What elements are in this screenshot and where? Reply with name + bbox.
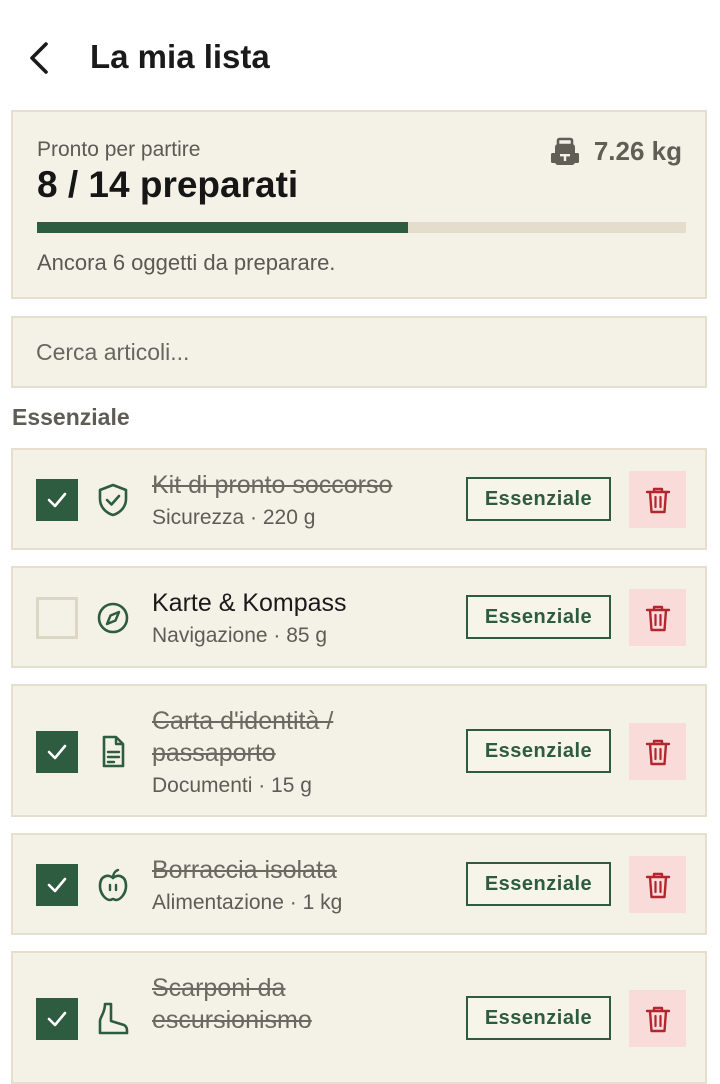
back-button[interactable] bbox=[22, 38, 62, 78]
priority-badge[interactable]: Essenziale bbox=[466, 996, 611, 1040]
list-item: Borraccia isolata Alimentazione · 1 kg E… bbox=[11, 833, 707, 935]
item-name: Carta d'identità / passaporto bbox=[152, 707, 334, 767]
top-bar: La mia lista bbox=[0, 0, 720, 110]
checkmark-icon bbox=[47, 877, 67, 893]
packed-count: 8 / 14 preparati bbox=[37, 164, 299, 205]
item-checkbox[interactable] bbox=[36, 597, 78, 639]
trash-icon bbox=[645, 605, 670, 631]
checkmark-icon bbox=[47, 492, 67, 508]
search-input[interactable] bbox=[11, 316, 707, 388]
list-item: Carta d'identità / passaporto Documenti … bbox=[11, 684, 707, 817]
delete-button[interactable] bbox=[629, 471, 686, 528]
apple-icon bbox=[95, 867, 131, 903]
item-name: Karte & Kompass bbox=[152, 589, 347, 617]
list-item: Kit di pronto soccorso Sicurezza · 220 g… bbox=[11, 448, 707, 550]
item-checkbox[interactable] bbox=[36, 998, 78, 1040]
trash-icon bbox=[645, 1006, 670, 1032]
item-name: Kit di pronto soccorso bbox=[152, 471, 393, 499]
section-title: Essenziale bbox=[12, 404, 130, 430]
summary-subtitle: Pronto per partire bbox=[37, 138, 201, 161]
item-meta: Alimentazione · 1 kg bbox=[152, 891, 343, 914]
chevron-left-icon bbox=[30, 42, 48, 74]
priority-badge[interactable]: Essenziale bbox=[466, 862, 611, 906]
trash-icon bbox=[645, 487, 670, 513]
item-checkbox[interactable] bbox=[36, 731, 78, 773]
item-meta: Navigazione · 85 g bbox=[152, 624, 328, 647]
priority-badge[interactable]: Essenziale bbox=[466, 729, 611, 773]
packing-progress-fill bbox=[37, 222, 408, 233]
backpack-icon bbox=[550, 137, 579, 165]
item-meta: Sicurezza · 220 g bbox=[152, 506, 316, 529]
priority-badge[interactable]: Essenziale bbox=[466, 477, 611, 521]
priority-badge[interactable]: Essenziale bbox=[466, 595, 611, 639]
delete-button[interactable] bbox=[629, 856, 686, 913]
trash-icon bbox=[645, 872, 670, 898]
compass-icon bbox=[95, 600, 131, 636]
boot-icon bbox=[95, 1001, 131, 1037]
delete-button[interactable] bbox=[629, 589, 686, 646]
total-weight: 7.26 kg bbox=[550, 136, 682, 167]
document-icon bbox=[95, 734, 131, 770]
list-item: Karte & Kompass Navigazione · 85 g Essen… bbox=[11, 566, 707, 668]
item-meta: Documenti · 15 g bbox=[152, 774, 312, 797]
packing-summary-card: Pronto per partire 8 / 14 preparati 7.26… bbox=[11, 110, 707, 299]
checkmark-icon bbox=[47, 744, 67, 760]
item-name: Scarponi da escursionismo bbox=[152, 974, 312, 1034]
trash-icon bbox=[645, 739, 670, 765]
list-item: Scarponi da escursionismo Essenziale bbox=[11, 951, 707, 1084]
item-checkbox[interactable] bbox=[36, 479, 78, 521]
item-checkbox[interactable] bbox=[36, 864, 78, 906]
total-weight-value: 7.26 kg bbox=[593, 136, 682, 166]
shield-check-icon bbox=[95, 482, 131, 518]
packing-progress-bar bbox=[37, 222, 686, 233]
remaining-text: Ancora 6 oggetti da preparare. bbox=[37, 250, 336, 275]
item-name: Borraccia isolata bbox=[152, 856, 337, 884]
delete-button[interactable] bbox=[629, 723, 686, 780]
delete-button[interactable] bbox=[629, 990, 686, 1047]
page-title: La mia lista bbox=[90, 38, 270, 75]
checkmark-icon bbox=[47, 1011, 67, 1027]
